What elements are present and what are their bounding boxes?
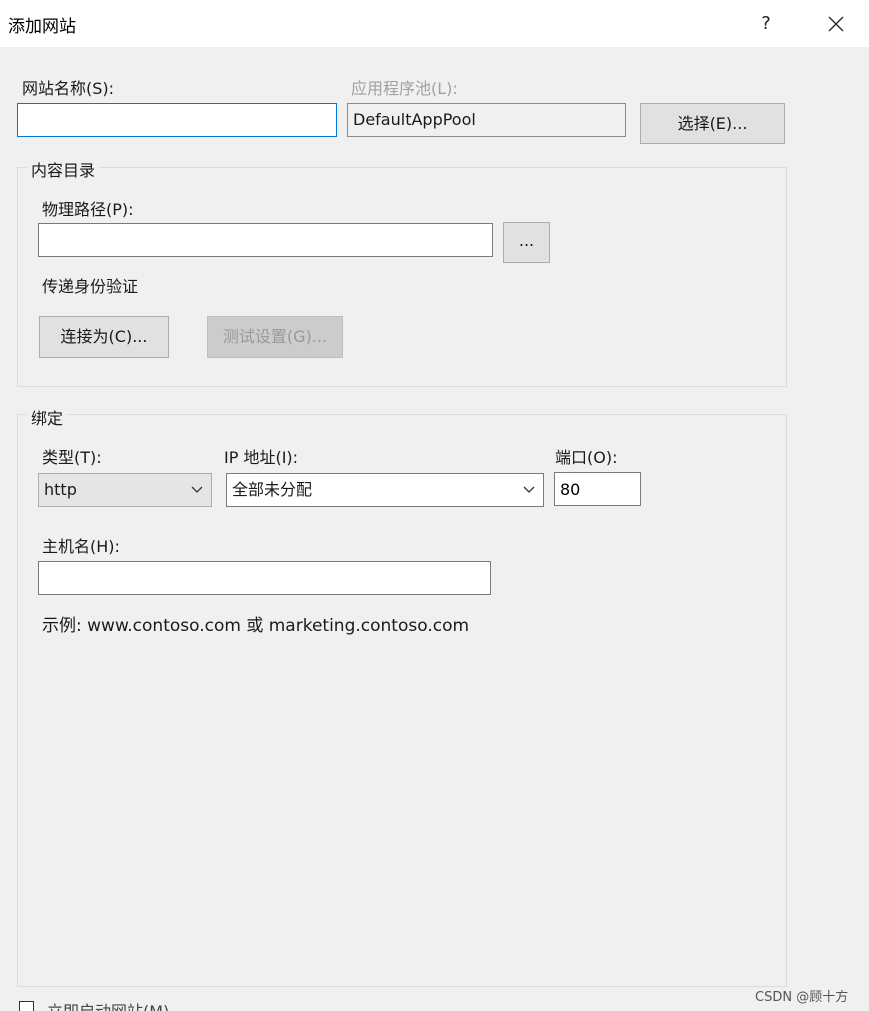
ip-address-label: IP 地址(I): [224, 448, 299, 467]
port-input[interactable] [554, 472, 641, 506]
content-directory-title: 内容目录 [27, 157, 100, 181]
ip-address-select[interactable]: 全部未分配 [226, 473, 544, 507]
title-bar: 添加网站 ? [0, 0, 869, 47]
physical-path-input[interactable] [38, 223, 493, 257]
port-label: 端口(O): [555, 448, 618, 467]
host-name-input[interactable] [38, 561, 491, 595]
chevron-down-icon [523, 486, 535, 493]
example-text: 示例: www.contoso.com 或 marketing.contoso.… [42, 616, 470, 636]
app-pool-field: DefaultAppPool [347, 103, 626, 137]
site-name-label: 网站名称(S): [22, 79, 115, 98]
binding-title: 绑定 [27, 405, 68, 429]
type-select-value: http [44, 480, 77, 499]
watermark: CSDN @顾十方 [755, 990, 849, 1005]
chevron-down-icon [191, 486, 203, 493]
start-site-row[interactable]: 立即启动网站(M) [17, 1000, 317, 1011]
start-site-label: 立即启动网站(M) [47, 1000, 169, 1011]
connect-as-button[interactable]: 连接为(C)... [39, 316, 169, 358]
physical-path-label: 物理路径(P): [42, 200, 134, 219]
test-settings-button[interactable]: 测试设置(G)... [207, 316, 343, 358]
type-select[interactable]: http [38, 473, 212, 507]
app-pool-label: 应用程序池(L): [351, 79, 458, 98]
close-button[interactable] [820, 8, 852, 40]
help-button[interactable]: ? [752, 10, 780, 38]
site-name-input[interactable] [17, 103, 337, 137]
host-name-label: 主机名(H): [42, 537, 120, 556]
select-app-pool-button[interactable]: 选择(E)... [640, 103, 785, 144]
type-label: 类型(T): [42, 448, 102, 467]
close-icon [828, 16, 844, 32]
dialog-title: 添加网站 [8, 17, 76, 37]
ip-address-select-value: 全部未分配 [232, 480, 313, 499]
browse-button[interactable]: ... [503, 222, 550, 263]
start-site-checkbox[interactable] [19, 1001, 34, 1011]
pass-through-auth-label: 传递身份验证 [42, 277, 139, 296]
